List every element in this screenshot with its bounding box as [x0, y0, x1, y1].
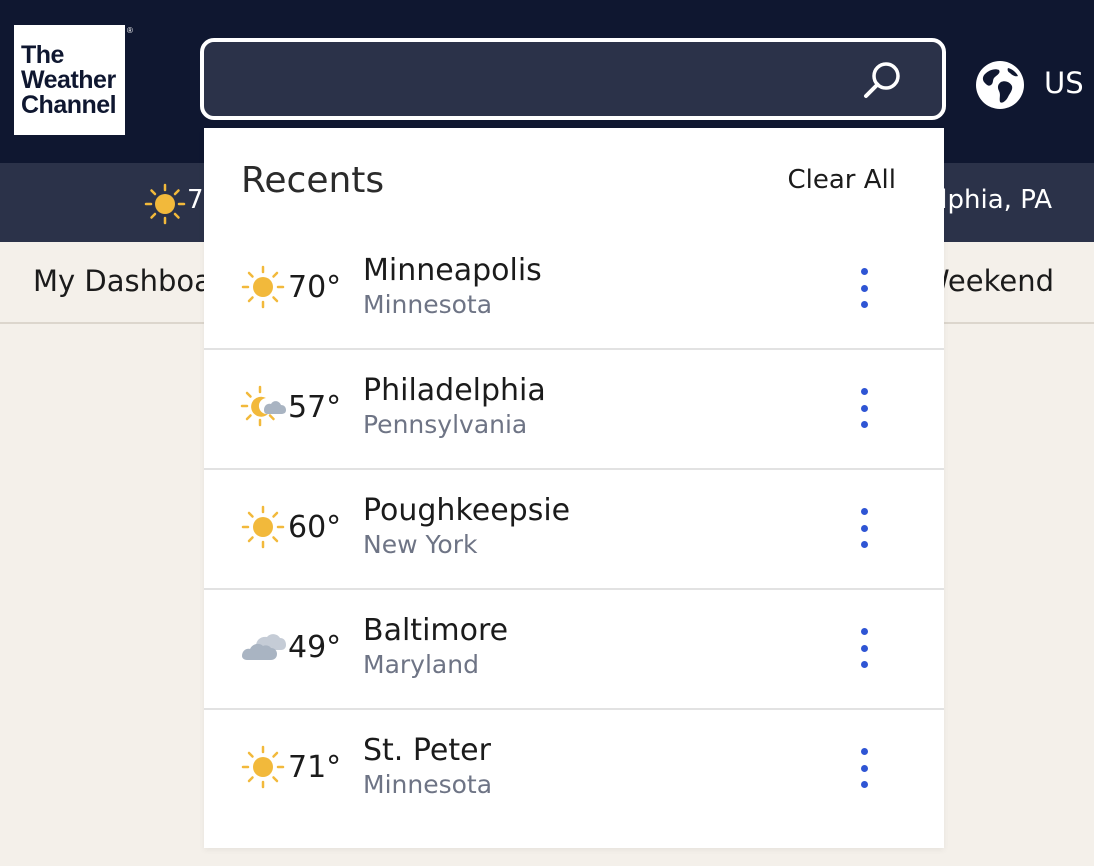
sunny-icon: [241, 745, 285, 789]
sunny-icon: [241, 505, 285, 549]
recent-city: Poughkeepsie: [363, 493, 571, 528]
recent-temp: 70°: [288, 270, 342, 305]
recent-region: New York: [363, 530, 478, 559]
recent-location-item[interactable]: 60° Poughkeepsie New York: [204, 470, 944, 590]
recent-region: Pennsylvania: [363, 410, 528, 439]
night-partly-cloudy-icon: [240, 385, 286, 427]
cloudy-icon: [242, 634, 286, 660]
nav-item-my-dashboard[interactable]: My Dashboa: [33, 264, 212, 298]
more-options-icon[interactable]: [852, 748, 876, 788]
search-box[interactable]: [200, 38, 946, 120]
search-icon[interactable]: [862, 59, 904, 101]
current-location[interactable]: lphia, PA: [940, 185, 1052, 215]
recent-location-item[interactable]: 57° Philadelphia Pennsylvania: [204, 350, 944, 470]
more-options-icon[interactable]: [852, 388, 876, 428]
more-options-icon[interactable]: [852, 508, 876, 548]
recent-temp: 71°: [288, 750, 342, 785]
clear-all-button[interactable]: Clear All: [788, 165, 897, 195]
more-options-icon[interactable]: [852, 268, 876, 308]
recent-temp: 57°: [288, 390, 342, 425]
recent-region: Minnesota: [363, 290, 493, 319]
registered-mark: ®: [127, 26, 133, 35]
search-input[interactable]: [204, 42, 942, 116]
recent-city: Minneapolis: [363, 253, 542, 288]
recent-region: Minnesota: [363, 770, 493, 799]
sunny-icon: [241, 265, 285, 309]
more-options-icon[interactable]: [852, 628, 876, 668]
recent-temp: 60°: [288, 510, 342, 545]
recents-list: 70° Minneapolis Minnesota 57° Philadelph…: [204, 230, 944, 830]
recents-dropdown: Recents Clear All 70° Minneapolis Minnes…: [204, 128, 944, 848]
recent-region: Maryland: [363, 650, 479, 679]
logo-line-1: The: [21, 40, 64, 69]
logo-line-3: Channel: [21, 90, 117, 119]
recent-temp: 49°: [288, 630, 342, 665]
recent-location-item[interactable]: 71° St. Peter Minnesota: [204, 710, 944, 830]
recent-city: Baltimore: [363, 613, 509, 648]
globe-icon[interactable]: [975, 60, 1025, 110]
current-temp[interactable]: 7: [187, 185, 204, 215]
recent-location-item[interactable]: 49° Baltimore Maryland: [204, 590, 944, 710]
recent-city: Philadelphia: [363, 373, 546, 408]
recents-title: Recents: [241, 160, 385, 201]
recent-location-item[interactable]: 70° Minneapolis Minnesota: [204, 230, 944, 350]
locale-label[interactable]: US: [1044, 66, 1084, 100]
logo-line-2: Weather: [21, 65, 116, 94]
recent-city: St. Peter: [363, 733, 491, 768]
sunny-icon: [144, 183, 186, 225]
weather-channel-logo[interactable]: The Weather Channel: [14, 25, 125, 135]
